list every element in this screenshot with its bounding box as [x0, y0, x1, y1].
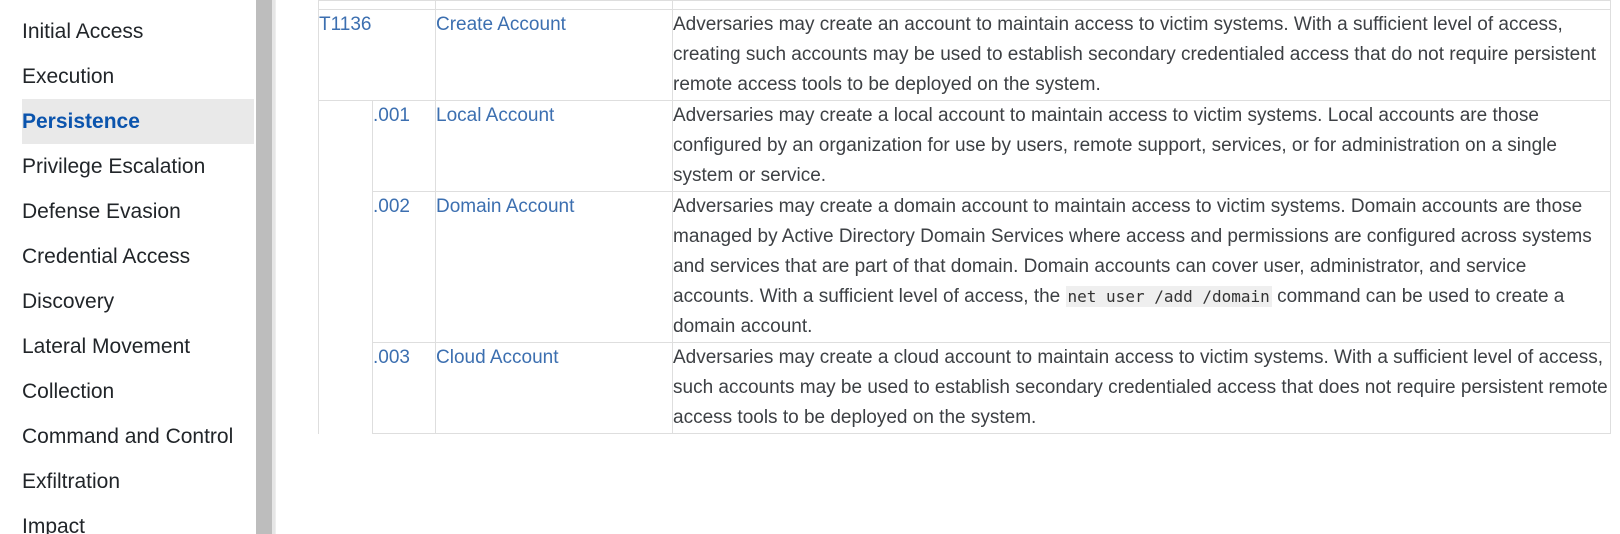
subtechnique-name-link[interactable]: Cloud Account — [436, 347, 559, 368]
sidebar-item-lateral-movement[interactable]: Lateral Movement — [22, 324, 254, 369]
subtechnique-name-cell: Domain Account — [435, 191, 673, 343]
subtechnique-description: Adversaries may create a domain account … — [672, 191, 1611, 343]
sidebar-item-command-and-control[interactable]: Command and Control — [22, 414, 254, 459]
techniques-table: T1136 Create Account Adversaries may cre… — [318, 0, 1611, 434]
subtechnique-description: Adversaries may create a cloud account t… — [672, 342, 1611, 434]
technique-id-cell: T1136 — [318, 9, 436, 101]
subtechnique-id-link[interactable]: .003 — [373, 347, 410, 368]
subtechnique-id-cell: .002 — [372, 191, 436, 343]
table-row-subtechnique: .003 Cloud Account Adversaries may creat… — [318, 342, 1611, 434]
subtechnique-id-link[interactable]: .002 — [373, 196, 410, 217]
subtechnique-id-cell: .003 — [372, 342, 436, 434]
sidebar-item-collection[interactable]: Collection — [22, 369, 254, 414]
sidebar-scrollbar[interactable] — [256, 0, 275, 534]
subtechnique-description: Adversaries may create a local account t… — [672, 100, 1611, 192]
sidebar-item-initial-access[interactable]: Initial Access — [22, 9, 254, 54]
technique-name-link[interactable]: Create Account — [436, 14, 566, 35]
sidebar-item-defense-evasion[interactable]: Defense Evasion — [22, 189, 254, 234]
table-row-technique: T1136 Create Account Adversaries may cre… — [318, 9, 1611, 101]
sidebar-item-privilege-escalation[interactable]: Privilege Escalation — [22, 144, 254, 189]
technique-name-cell: Create Account — [435, 9, 673, 101]
sidebar-item-persistence[interactable]: Persistence — [22, 99, 254, 144]
tactics-sidebar: Initial Access Execution Persistence Pri… — [0, 0, 256, 534]
subtechnique-name-link[interactable]: Local Account — [436, 105, 554, 126]
command-code: net user /add /domain — [1065, 286, 1272, 307]
technique-id-link[interactable]: T1136 — [319, 14, 371, 35]
sidebar-item-discovery[interactable]: Discovery — [22, 279, 254, 324]
subtechnique-name-cell: Cloud Account — [435, 342, 673, 434]
subtechnique-id-link[interactable]: .001 — [373, 105, 410, 126]
subtechnique-name-cell: Local Account — [435, 100, 673, 192]
table-row-subtechnique: .001 Local Account Adversaries may creat… — [318, 100, 1611, 192]
techniques-table-container: T1136 Create Account Adversaries may cre… — [318, 0, 1620, 534]
table-row-subtechnique: .002 Domain Account Adversaries may crea… — [318, 191, 1611, 343]
tactics-list: Initial Access Execution Persistence Pri… — [22, 9, 254, 534]
sidebar-item-credential-access[interactable]: Credential Access — [22, 234, 254, 279]
subtechnique-id-cell: .001 — [372, 100, 436, 192]
divider — [275, 0, 286, 534]
sidebar-item-exfiltration[interactable]: Exfiltration — [22, 459, 254, 504]
table-row-previous — [318, 0, 1611, 10]
sidebar-item-execution[interactable]: Execution — [22, 54, 254, 99]
page: Initial Access Execution Persistence Pri… — [0, 0, 1620, 534]
sidebar-item-impact[interactable]: Impact — [22, 504, 254, 534]
subtechnique-name-link[interactable]: Domain Account — [436, 196, 574, 217]
technique-description: Adversaries may create an account to mai… — [672, 9, 1611, 101]
